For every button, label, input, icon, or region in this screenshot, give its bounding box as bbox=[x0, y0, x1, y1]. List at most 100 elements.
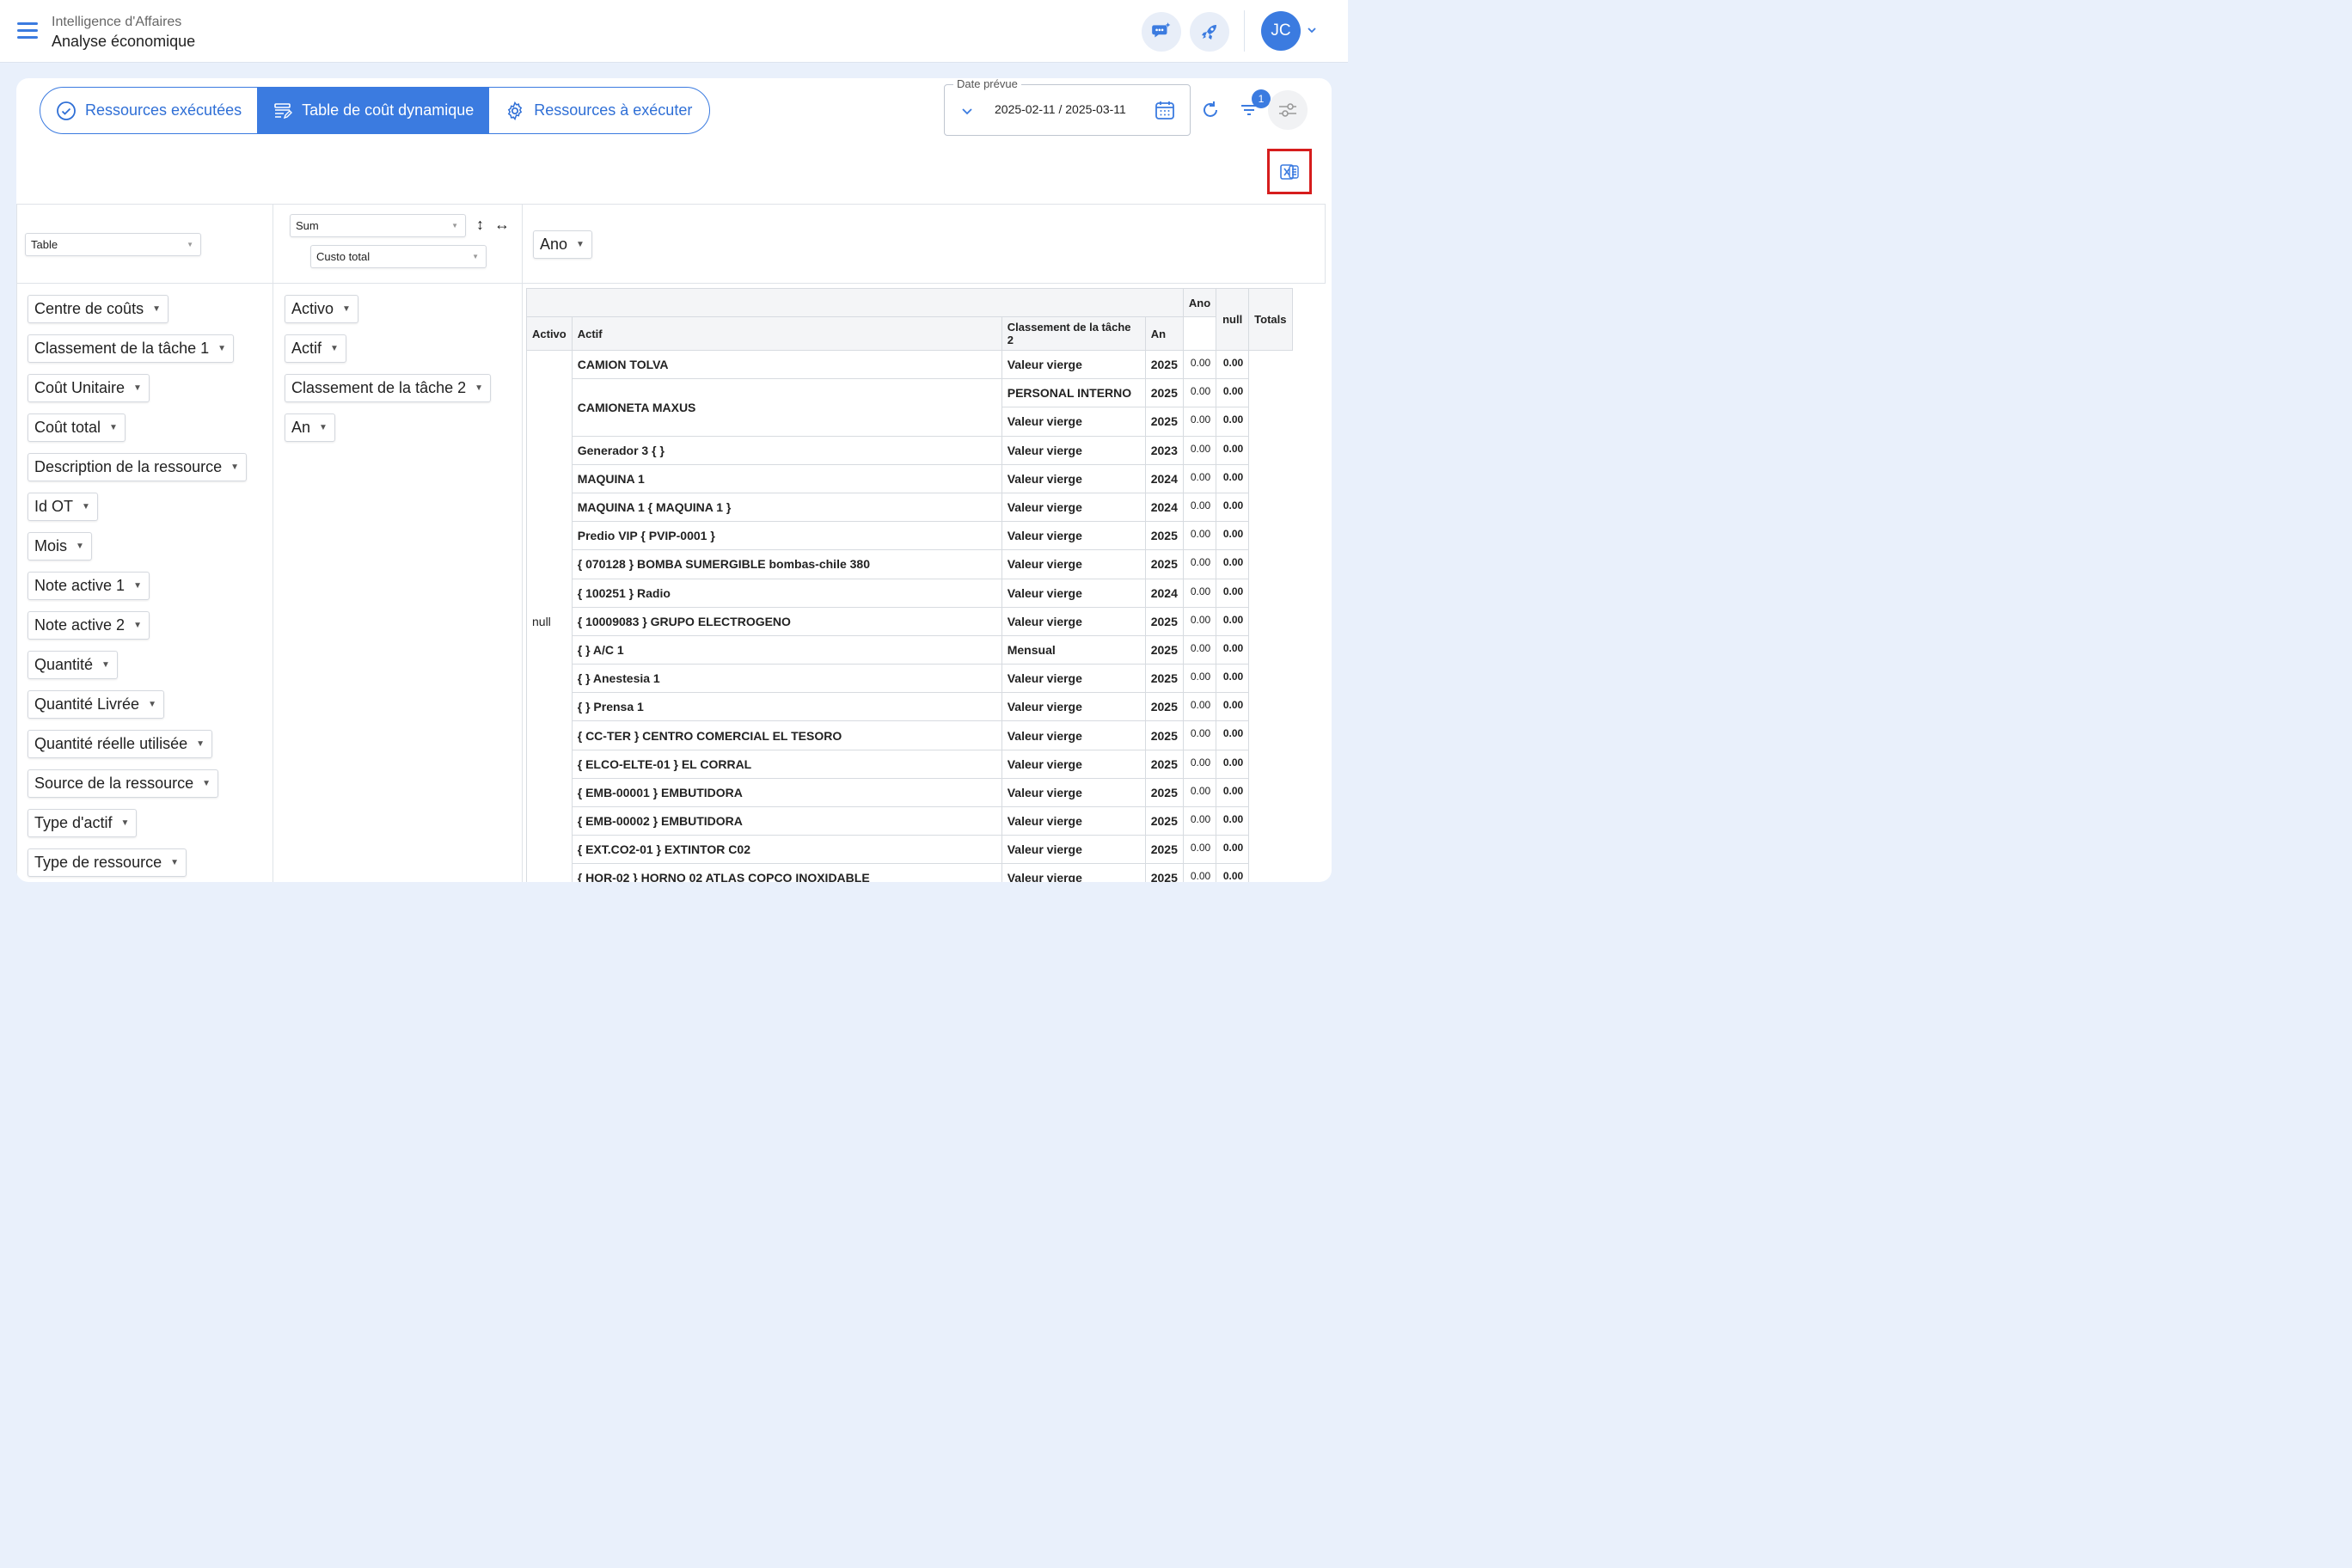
refresh-button[interactable] bbox=[1196, 95, 1225, 125]
col-order-toggle-icon[interactable]: ↔ bbox=[494, 216, 510, 234]
chip-label: Actif bbox=[291, 340, 322, 357]
total-cell: 0.00 bbox=[1216, 692, 1250, 722]
dropdown-arrow-icon: ▼ bbox=[342, 304, 351, 314]
value-cell: 0.00 bbox=[1182, 805, 1217, 836]
tab-dynamic-cost-table[interactable]: Table de coût dynamique bbox=[257, 88, 490, 133]
chevron-down-icon[interactable] bbox=[960, 104, 974, 118]
actif-cell: Generador 3 { } bbox=[571, 435, 1002, 465]
chevron-down-icon[interactable] bbox=[1306, 24, 1318, 36]
row-attr-chip[interactable]: Actif ▼ bbox=[285, 334, 346, 363]
table-corner bbox=[526, 288, 1184, 317]
aggregator-select[interactable]: Sum ▼ bbox=[290, 214, 466, 237]
actif-cell: MAQUINA 1 { MAQUINA 1 } bbox=[571, 492, 1002, 523]
attr-chip[interactable]: Coût Unitaire ▼ bbox=[28, 374, 150, 402]
row-attr-chip[interactable]: Activo ▼ bbox=[285, 295, 358, 323]
attr-chip[interactable]: Centre de coûts ▼ bbox=[28, 295, 168, 323]
an-cell: 2025 bbox=[1144, 606, 1184, 636]
total-cell: 0.00 bbox=[1216, 435, 1250, 465]
value-cell: 0.00 bbox=[1182, 521, 1217, 551]
col-attr-chip[interactable]: Ano ▼ bbox=[533, 230, 592, 259]
classement-cell: PERSONAL INTERNO bbox=[1001, 378, 1146, 408]
calendar-icon[interactable] bbox=[1154, 99, 1176, 121]
avatar[interactable]: JC bbox=[1261, 11, 1301, 51]
total-cell: 0.00 bbox=[1216, 749, 1250, 779]
row-order-toggle-icon[interactable]: ↕ bbox=[476, 216, 484, 234]
renderer-select[interactable]: Table ▼ bbox=[25, 233, 201, 256]
classement-cell: Valeur vierge bbox=[1001, 720, 1146, 750]
settings-button[interactable] bbox=[1268, 90, 1308, 130]
export-excel-button[interactable] bbox=[1267, 149, 1312, 194]
classement-cell: Valeur vierge bbox=[1001, 349, 1146, 380]
attr-chip[interactable]: Source de la ressource ▼ bbox=[28, 769, 219, 798]
attr-chip[interactable]: Type de ressource ▼ bbox=[28, 848, 187, 877]
attr-chip[interactable]: Quantité réelle utilisée ▼ bbox=[28, 730, 213, 758]
total-cell: 0.00 bbox=[1216, 521, 1250, 551]
attr-chip[interactable]: Mois ▼ bbox=[28, 532, 92, 560]
total-cell: 0.00 bbox=[1216, 378, 1250, 408]
classement-cell: Valeur vierge bbox=[1001, 549, 1146, 579]
actif-cell: CAMION TOLVA bbox=[571, 349, 1002, 380]
chip-label: Quantité Livrée bbox=[34, 695, 140, 713]
attr-chip[interactable]: Classement de la tâche 1 ▼ bbox=[28, 334, 235, 363]
dropdown-arrow-icon: ▼ bbox=[451, 222, 458, 230]
dropdown-arrow-icon: ▼ bbox=[330, 344, 339, 353]
attr-chip[interactable]: Quantité ▼ bbox=[28, 651, 118, 679]
actif-cell: { 10009083 } GRUPO ELECTROGENO bbox=[571, 606, 1002, 636]
value-cell: 0.00 bbox=[1182, 634, 1217, 665]
menu-icon[interactable] bbox=[17, 22, 38, 40]
chip-label: An bbox=[291, 419, 311, 436]
table-row: Predio VIP { PVIP-0001 } Valeur vierge 202… bbox=[527, 521, 1293, 551]
attr-chip[interactable]: Quantité Livrée ▼ bbox=[28, 690, 164, 719]
table-row: { HOR-02 } HORNO 02 ATLAS COPCO INOXIDAB… bbox=[527, 863, 1293, 882]
row-attr-chip[interactable]: An ▼ bbox=[285, 413, 335, 442]
date-range-label: Date prévue bbox=[953, 78, 1021, 90]
attr-chip[interactable]: Id OT ▼ bbox=[28, 493, 98, 521]
total-cell: 0.00 bbox=[1216, 720, 1250, 750]
tab-executed-resources[interactable]: Ressources exécutées bbox=[40, 88, 257, 133]
chip-label: Note active 2 bbox=[34, 616, 126, 634]
an-cell: 2024 bbox=[1144, 578, 1184, 608]
chat-assistant-button[interactable] bbox=[1142, 12, 1181, 52]
table-row: { EMB-00002 } EMBUTIDORA Valeur vierge 202… bbox=[527, 805, 1293, 836]
table-row: MAQUINA 1 { MAQUINA 1 } Valeur vierge 2024… bbox=[527, 492, 1293, 523]
value-cell: 0.00 bbox=[1182, 720, 1217, 750]
total-cell: 0.00 bbox=[1216, 463, 1250, 493]
activo-cell: null bbox=[526, 350, 573, 882]
value-cell: 0.00 bbox=[1182, 692, 1217, 722]
actif-cell: CAMIONETA MAXUS bbox=[571, 378, 1002, 437]
row-attr-chip[interactable]: Classement de la tâche 2 ▼ bbox=[285, 374, 492, 402]
dropdown-arrow-icon: ▼ bbox=[187, 241, 193, 248]
attr-chip[interactable]: Note active 1 ▼ bbox=[28, 572, 150, 600]
col-attr-header: Ano bbox=[1182, 288, 1217, 317]
view-tabs: Ressources exécutées Table de coût dynam… bbox=[40, 87, 710, 134]
table-row: null CAMION TOLVA Valeur vierge 2025 0.00 0.0… bbox=[526, 349, 1293, 882]
value-cell: 0.00 bbox=[1182, 749, 1217, 779]
pivot-result-table: Ano null Totals Activo Actif Classement … bbox=[526, 288, 1293, 882]
attr-chip[interactable]: Note active 2 ▼ bbox=[28, 611, 150, 640]
value-cell: 0.00 bbox=[1182, 835, 1217, 865]
table-row: { } A/C 1 Mensual 2025 0.00 0.00 bbox=[527, 634, 1293, 665]
attr-chip[interactable]: Description de la ressource ▼ bbox=[28, 453, 248, 481]
row-attrs-list: Activo ▼ Actif ▼ Classement de la tâche 2 ▼… bbox=[285, 295, 492, 442]
attr-chip[interactable]: Type d'actif ▼ bbox=[28, 809, 138, 837]
launch-button[interactable] bbox=[1190, 12, 1229, 52]
value-cell: 0.00 bbox=[1182, 492, 1217, 523]
actif-cell: { EMB-00001 } EMBUTIDORA bbox=[571, 777, 1002, 808]
table-row: { } Prensa 1 Valeur vierge 2025 0.00 0.00 bbox=[527, 692, 1293, 722]
an-cell: 2025 bbox=[1144, 835, 1184, 865]
table-row: { EMB-00001 } EMBUTIDORA Valeur vierge 202… bbox=[527, 777, 1293, 808]
classement-cell: Valeur vierge bbox=[1001, 521, 1146, 551]
page-subtitle: Intelligence d'Affaires bbox=[52, 15, 182, 29]
value-cell: 0.00 bbox=[1182, 435, 1217, 465]
col-attrs-area bbox=[522, 204, 1326, 284]
date-range-field[interactable]: Date prévue 2025-02-11 / 2025-03-11 bbox=[944, 78, 1191, 136]
dropdown-arrow-icon: ▼ bbox=[133, 581, 142, 591]
value-cell: 0.00 bbox=[1182, 863, 1217, 882]
attr-chip[interactable]: Coût total ▼ bbox=[28, 413, 126, 442]
dropdown-arrow-icon: ▼ bbox=[148, 700, 156, 709]
unused-attrs-list: Centre de coûts ▼ Classement de la tâche … bbox=[28, 295, 248, 877]
aggregator-field-select[interactable]: Custo total ▼ bbox=[310, 245, 487, 268]
tab-resources-to-execute[interactable]: Ressources à exécuter bbox=[489, 88, 707, 133]
actif-cell: { CC-TER } CENTRO COMERCIAL EL TESORO bbox=[571, 720, 1002, 750]
dropdown-arrow-icon: ▼ bbox=[133, 621, 142, 630]
